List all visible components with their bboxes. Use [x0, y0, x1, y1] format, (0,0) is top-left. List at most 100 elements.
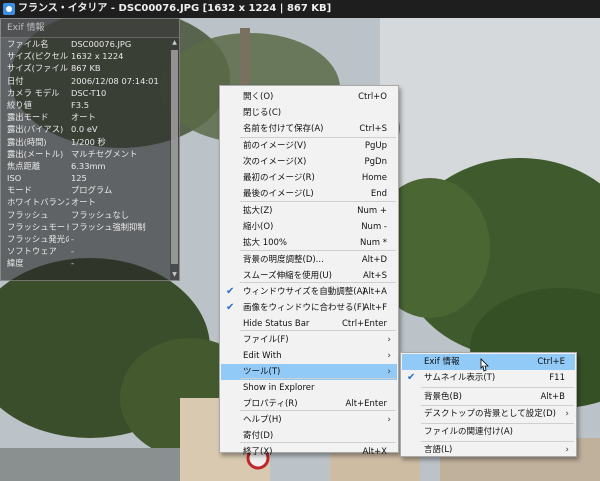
exif-key: ファイル名 [7, 39, 49, 49]
menu-item-label: 背景色(B) [424, 392, 462, 402]
scrollbar-thumb[interactable] [171, 50, 178, 264]
exif-row: ホワイトバランス オート [1, 196, 171, 208]
exif-row: モード プログラム [1, 184, 171, 196]
app-logo-icon [3, 3, 15, 15]
checkmark-icon: ✔ [407, 372, 416, 383]
exif-key: 絞り値 [7, 99, 32, 110]
exif-key: サイズ(ファイル) [7, 63, 69, 74]
menu-item[interactable]: ✔ ウィンドウサイズを自動調整(A) Alt+A [221, 284, 397, 300]
menu-item-label: 閉じる(C) [243, 108, 282, 118]
exif-scrollbar[interactable]: ▲ ▼ [170, 38, 179, 280]
menu-item[interactable]: Edit With › [221, 348, 397, 364]
exif-row: 日付 2006/12/08 07:14:01 [1, 75, 171, 87]
menu-item[interactable]: ファイル(F) › [221, 332, 397, 348]
submenu-item[interactable]: 背景色(B) Alt+B [402, 389, 575, 405]
exif-key: カメラ モデル [7, 87, 60, 98]
exif-key: 露出(時間) [7, 136, 47, 147]
exif-key: モード [7, 185, 32, 196]
exif-row: 絞り値 F3.5 [1, 99, 171, 111]
exif-row: フラッシュモード フラッシュ強制抑制 [1, 221, 171, 233]
menu-item-shortcut: Num * [360, 238, 387, 248]
menu-item[interactable]: 開く(O) Ctrl+O [221, 89, 397, 105]
exif-value: DSC00076.JPG [71, 39, 132, 49]
menu-item[interactable]: 閉じる(C) [221, 105, 397, 121]
exif-value: DSC-T10 [71, 87, 107, 98]
menu-item-label: ウィンドウサイズを自動調整(A) [243, 287, 366, 297]
title-bar: フランス・イタリア - DSC00076.JPG [1632 x 1224 | … [0, 0, 600, 18]
exif-value: プログラム [71, 185, 113, 196]
checkmark-icon: ✔ [226, 286, 235, 297]
exif-row: フラッシュ フラッシュなし [1, 209, 171, 221]
exif-value: 1632 x 1224 [71, 51, 124, 62]
scroll-up-icon[interactable]: ▲ [170, 38, 179, 48]
exif-row: ファイル名 DSC00076.JPG [1, 38, 171, 50]
exif-value: 867 KB [71, 63, 101, 74]
menu-item-label: 最初のイメージ(R) [243, 173, 315, 183]
menu-item[interactable]: 前のイメージ(V) PgUp [221, 138, 397, 154]
exif-value: - [71, 246, 74, 257]
menu-separator [421, 423, 574, 424]
exif-row: サイズ(ファイル) 867 KB [1, 62, 171, 74]
exif-panel: Exif 情報 ファイル名 DSC00076.JPG サイズ(ピクセル) 1632 x… [0, 18, 180, 281]
submenu-item[interactable]: ファイルの関連付け(A) [402, 424, 575, 440]
menu-item[interactable]: 縮小(O) Num - [221, 219, 397, 235]
menu-item[interactable]: 終了(X) Alt+X [221, 444, 397, 460]
exif-value: 6.33mm [71, 160, 106, 171]
exif-key: ソフトウェア [7, 246, 57, 257]
menu-item-label: 縮小(O) [243, 222, 274, 232]
menu-separator [240, 330, 396, 331]
window-title: フランス・イタリア - DSC00076.JPG [1632 x 1224 | … [18, 3, 332, 14]
menu-separator [240, 410, 396, 411]
chevron-right-icon: › [387, 415, 391, 425]
scroll-down-icon[interactable]: ▼ [170, 270, 179, 280]
menu-item-label: ヘルプ(H) [243, 415, 282, 425]
menu-item[interactable]: 背景の明度調整(D)... Alt+D [221, 252, 397, 268]
menu-item[interactable]: Show in Explorer [221, 380, 397, 396]
menu-separator [421, 387, 574, 388]
menu-item[interactable]: 最初のイメージ(R) Home [221, 170, 397, 186]
submenu-item[interactable]: 言語(L) › [402, 442, 575, 458]
menu-item-label: 拡大 100% [243, 238, 288, 248]
menu-item-label: 前のイメージ(V) [243, 141, 307, 151]
menu-item-shortcut: PgUp [364, 141, 387, 151]
menu-item[interactable]: ヘルプ(H) › [221, 412, 397, 428]
menu-item-shortcut: Alt+B [540, 392, 565, 402]
exif-value: F3.5 [71, 99, 89, 110]
exif-row: 露出モード オート [1, 111, 171, 123]
menu-item-label: デスクトップの背景として設定(D) [424, 409, 556, 419]
context-menu: 開く(O) Ctrl+O 閉じる(C) 名前を付けて保存(A) Ctrl+S 前のイメージ… [219, 85, 399, 457]
submenu-item[interactable]: デスクトップの背景として設定(D) › [402, 406, 575, 422]
menu-item-shortcut: End [370, 189, 387, 199]
mouse-cursor-icon [480, 358, 489, 372]
exif-key: 露出モード [7, 112, 49, 123]
menu-item[interactable]: 名前を付けて保存(A) Ctrl+S [221, 121, 397, 137]
menu-item-label: 背景の明度調整(D)... [243, 255, 324, 265]
exif-row: ISO 125 [1, 172, 171, 184]
exif-key: サイズ(ピクセル) [7, 51, 69, 62]
exif-value: オート [71, 112, 96, 123]
menu-item-label: 言語(L) [424, 445, 453, 455]
menu-item-shortcut: Ctrl+S [359, 124, 387, 134]
menu-item-shortcut: Ctrl+O [358, 92, 387, 102]
menu-item-shortcut: Alt+F [363, 303, 387, 313]
menu-item-label: ファイルの関連付け(A) [424, 427, 513, 437]
exif-value: - [71, 234, 74, 244]
exif-value: マルチセグメント [71, 148, 138, 159]
menu-item-shortcut: Ctrl+E [537, 357, 565, 367]
menu-item[interactable]: 拡大(Z) Num + [221, 203, 397, 219]
menu-item[interactable]: 拡大 100% Num * [221, 235, 397, 251]
menu-item[interactable]: 最後のイメージ(L) End [221, 186, 397, 202]
exif-key: 焦点距離 [7, 160, 41, 171]
menu-item-label: 次のイメージ(X) [243, 157, 307, 167]
chevron-right-icon: › [565, 445, 569, 455]
menu-item-label: 最後のイメージ(L) [243, 189, 314, 199]
exif-row: サイズ(ピクセル) 1632 x 1224 [1, 50, 171, 62]
menu-item[interactable]: 次のイメージ(X) PgDn [221, 154, 397, 170]
exif-key: フラッシュ [7, 209, 49, 220]
menu-separator [240, 282, 396, 283]
menu-item-label: 拡大(Z) [243, 206, 273, 216]
menu-item[interactable]: ✔ 画像をウィンドウに合わせる(F) Alt+F [221, 300, 397, 316]
exif-key: 露出(バイアス) [7, 124, 64, 135]
menu-item-shortcut: Alt+D [361, 255, 387, 265]
menu-item-shortcut: Num + [357, 206, 387, 216]
